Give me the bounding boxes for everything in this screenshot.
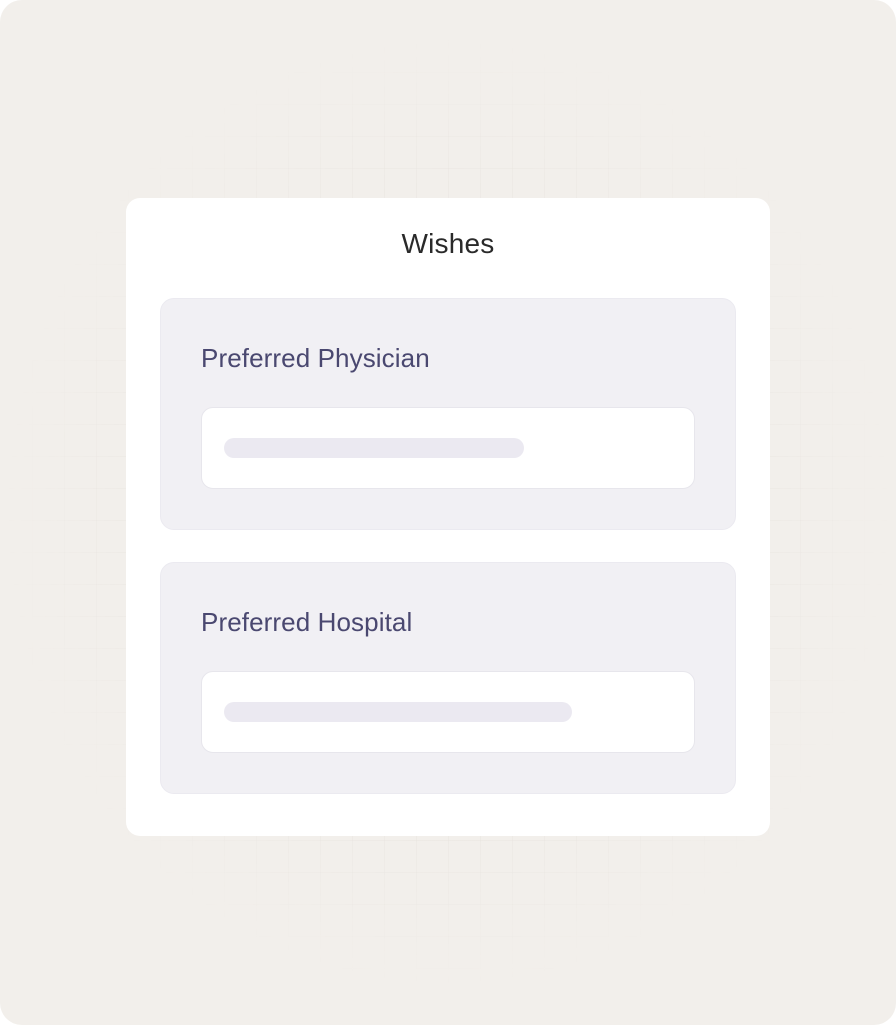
preferred-hospital-label: Preferred Hospital: [201, 607, 413, 637]
preferred-physician-section: Preferred Physician: [160, 298, 736, 530]
placeholder-bar: [224, 438, 524, 458]
preferred-physician-input[interactable]: [201, 407, 695, 489]
preferred-hospital-input[interactable]: [201, 671, 695, 753]
card-title: Wishes: [401, 228, 495, 259]
placeholder-bar: [224, 702, 572, 722]
preferred-physician-label: Preferred Physician: [201, 343, 430, 373]
page-background: Wishes Preferred Physician Preferred Hos…: [0, 0, 896, 1025]
preferred-hospital-section: Preferred Hospital: [160, 562, 736, 794]
wishes-card: Wishes Preferred Physician Preferred Hos…: [126, 198, 770, 836]
